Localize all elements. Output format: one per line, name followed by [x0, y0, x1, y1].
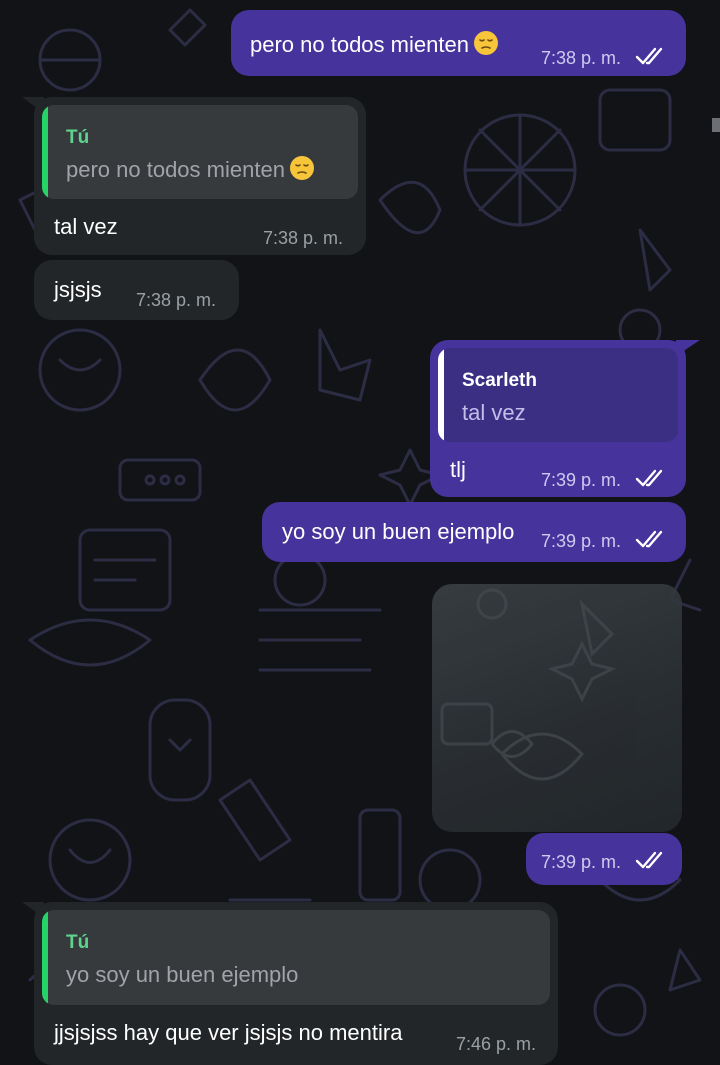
- quoted-message[interactable]: Scarleth tal vez: [438, 348, 678, 442]
- message-text: jsjsjs: [54, 277, 102, 302]
- pensive-face-emoji: [289, 156, 314, 180]
- incoming-message-bubble[interactable]: Tú pero no todos mienten tal vez 7:38 p.…: [34, 97, 366, 255]
- quote-text: tal vez: [462, 400, 526, 425]
- message-text: tal vez: [54, 214, 118, 239]
- quote-text: yo soy un buen ejemplo: [66, 962, 299, 987]
- blurred-image-icon: [440, 588, 617, 781]
- message-text: pero no todos mienten: [250, 32, 469, 57]
- scroll-indicator[interactable]: [712, 118, 720, 132]
- quoted-message[interactable]: Tú yo soy un buen ejemplo: [42, 910, 550, 1005]
- message-time: 7:39 p. m.: [541, 531, 622, 551]
- message-time: 7:39 p. m.: [541, 852, 622, 872]
- outgoing-message-bubble[interactable]: Scarleth tal vez tlj 7:39 p. m.: [430, 340, 686, 497]
- quoted-message[interactable]: Tú pero no todos mienten: [42, 105, 358, 199]
- read-receipt-icon: [635, 530, 663, 548]
- outgoing-message-bubble[interactable]: yo soy un buen ejemplo 7:39 p. m.: [262, 502, 686, 562]
- incoming-message-bubble[interactable]: Tú yo soy un buen ejemplo jjsjsjss hay q…: [34, 902, 558, 1065]
- pensive-face-emoji: [473, 31, 498, 55]
- quote-bar: [42, 910, 48, 1005]
- message-time: 7:38 p. m.: [263, 228, 344, 248]
- quote-text: pero no todos mienten: [66, 157, 285, 182]
- outgoing-message-bubble[interactable]: 7:39 p. m.: [526, 833, 682, 885]
- message-time: 7:46 p. m.: [456, 1034, 537, 1054]
- message-text: tlj: [450, 457, 466, 482]
- read-receipt-icon: [635, 469, 663, 487]
- message-text: jjsjsjss hay que ver jsjsjs no mentira: [54, 1020, 403, 1045]
- quote-bar: [42, 105, 48, 199]
- read-receipt-icon: [635, 47, 663, 65]
- read-receipt-icon: [635, 851, 663, 869]
- message-time: 7:38 p. m.: [136, 290, 217, 310]
- incoming-message-bubble[interactable]: jsjsjs 7:38 p. m.: [34, 260, 239, 320]
- quote-author: Tú: [66, 932, 90, 953]
- message-time: 7:39 p. m.: [541, 470, 622, 490]
- quote-author: Scarleth: [462, 370, 537, 391]
- quote-author: Tú: [66, 127, 90, 148]
- message-text: yo soy un buen ejemplo: [282, 519, 515, 544]
- quote-bar: [438, 348, 444, 442]
- message-time: 7:38 p. m.: [541, 48, 622, 68]
- image-message-thumbnail[interactable]: [432, 584, 682, 832]
- outgoing-message-bubble[interactable]: pero no todos mienten 7:38 p. m.: [231, 10, 686, 76]
